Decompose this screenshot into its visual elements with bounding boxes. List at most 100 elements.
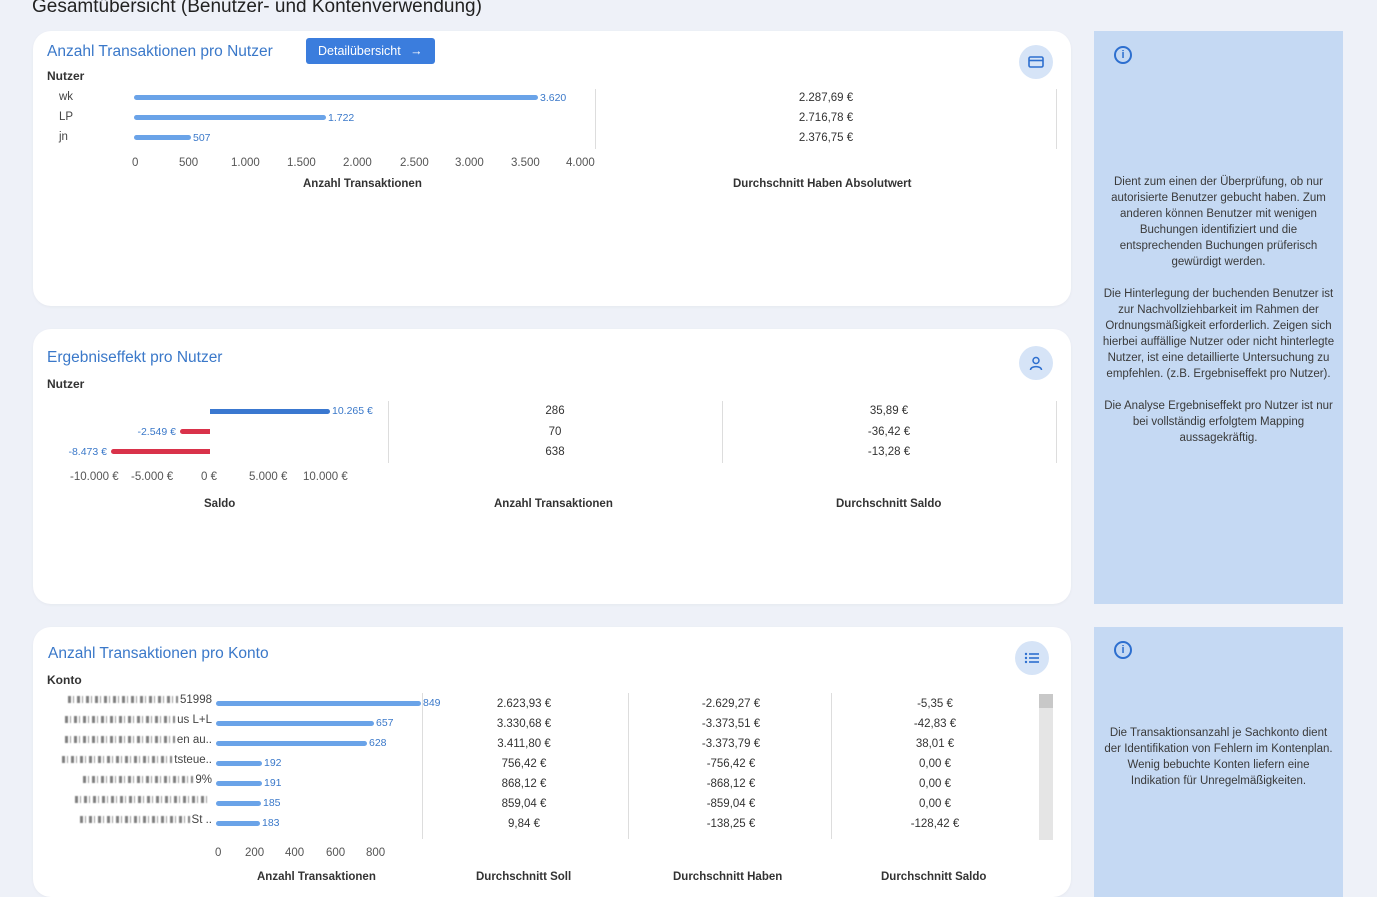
x-tick: 200 (245, 847, 265, 859)
x-tick: 3.500 (511, 157, 540, 169)
bar[interactable] (134, 95, 538, 100)
info-icon[interactable]: i (1114, 641, 1132, 659)
user-icon-button[interactable] (1019, 346, 1053, 380)
x-tick: 500 (179, 157, 199, 169)
avg-soll-value: 3.330,68 € (496, 718, 552, 730)
arrow-right-icon: → (410, 44, 423, 58)
column-title: Durchschnitt Soll (476, 871, 572, 883)
avg-saldo-value: -5,35 € (917, 698, 953, 710)
scrollbar-thumb[interactable] (1039, 694, 1053, 708)
x-tick: 2.500 (400, 157, 429, 169)
account-label: us L+L (47, 714, 212, 730)
account-label: 51998 (47, 694, 212, 710)
avg-saldo-value: 0,00 € (919, 758, 951, 770)
list-icon (1024, 652, 1039, 664)
bar[interactable] (180, 429, 210, 434)
x-tick: 0 (215, 847, 222, 859)
bar[interactable] (216, 721, 374, 726)
dimension-label: Konto (47, 673, 82, 687)
bar[interactable] (134, 115, 326, 120)
x-tick: 0 (132, 157, 139, 169)
x-tick: 2.000 (343, 157, 372, 169)
redacted-text (65, 716, 176, 724)
bar[interactable] (134, 135, 191, 140)
account-label: tsteue.. (47, 754, 212, 770)
avg-haben-value: -3.373,51 € (701, 718, 761, 730)
column-divider (831, 693, 832, 839)
list-icon-button[interactable] (1015, 641, 1049, 675)
bar[interactable] (216, 821, 260, 826)
bar[interactable] (216, 801, 261, 806)
bar[interactable] (216, 761, 262, 766)
info-icon[interactable]: i (1114, 46, 1132, 64)
user-icon (1029, 356, 1043, 370)
account-label-text: 9% (195, 774, 212, 786)
avg-haben-value: -2.629,27 € (701, 698, 761, 710)
bar-value-label: 507 (193, 132, 211, 144)
card-result-effect-per-user: Ergebniseffekt pro Nutzer Nutzer 10.265 … (33, 329, 1071, 604)
bar-value-label: 628 (369, 737, 387, 749)
account-label: 9% (47, 774, 212, 790)
x-tick: 800 (366, 847, 386, 859)
detail-overview-button[interactable]: Detailübersicht → (306, 38, 435, 64)
user-label: wk (59, 91, 74, 103)
bar[interactable] (216, 781, 262, 786)
credit-card-icon (1028, 56, 1044, 68)
bar-value-label: 1.722 (328, 112, 355, 124)
avg-saldo-value: -13,28 € (867, 446, 911, 458)
avg-saldo-value: -36,42 € (867, 426, 911, 438)
column-divider (595, 89, 596, 149)
avg-soll-value: 3.411,80 € (497, 738, 551, 750)
transaction-count-value: 638 (545, 446, 565, 458)
info-panel-users: i Dient zum einen der Überprüfung, ob nu… (1094, 31, 1343, 604)
x-axis-title: Saldo (204, 498, 236, 510)
x-tick: 5.000 € (249, 471, 288, 483)
card-transactions-per-user: Anzahl Transaktionen pro Nutzer Detailüb… (33, 31, 1071, 306)
x-tick: 0 € (201, 471, 217, 483)
x-tick: 1.000 (231, 157, 260, 169)
bar-value-label: 3.620 (540, 92, 567, 104)
x-axis-title: Anzahl Transaktionen (257, 871, 376, 883)
bar-value-label: 192 (264, 757, 282, 769)
avg-saldo-value: -128,42 € (910, 818, 960, 830)
dimension-label: Nutzer (47, 377, 85, 391)
card-transactions-per-account: Anzahl Transaktionen pro Konto Konto 519… (33, 627, 1071, 897)
x-tick: -5.000 € (131, 471, 174, 483)
column-divider (388, 401, 389, 463)
credit-card-icon-button[interactable] (1019, 45, 1053, 79)
avg-haben-value: 2.287,69 € (798, 92, 854, 104)
bar-value-label: 849 (423, 697, 441, 709)
bar-value-label: 191 (264, 777, 282, 789)
avg-haben-value: -859,04 € (706, 798, 756, 810)
column-divider (722, 401, 723, 463)
bar[interactable] (216, 741, 367, 746)
column-divider (422, 693, 423, 839)
column-divider (1056, 401, 1057, 463)
account-label: St .. (47, 814, 212, 830)
bar[interactable] (111, 449, 210, 454)
avg-saldo-value: 0,00 € (919, 798, 951, 810)
avg-soll-value: 868,12 € (501, 778, 547, 790)
redacted-text (83, 776, 194, 784)
bar-value-label: -8.473 € (68, 446, 107, 458)
x-tick: 3.000 (455, 157, 484, 169)
user-label: jn (59, 131, 68, 143)
avg-haben-value: 2.716,78 € (798, 112, 854, 124)
table-scrollbar[interactable] (1039, 694, 1053, 840)
x-axis-title: Anzahl Transaktionen (303, 178, 422, 190)
user-label: LP (59, 111, 74, 123)
column-title: Anzahl Transaktionen (494, 498, 613, 510)
avg-saldo-value: 0,00 € (919, 778, 951, 790)
redacted-text (68, 696, 179, 704)
redacted-text (64, 736, 175, 744)
redacted-text (79, 816, 190, 824)
dimension-label: Nutzer (47, 69, 85, 83)
avg-haben-value: 2.376,75 € (798, 132, 854, 144)
bar-value-label: 10.265 € (332, 405, 373, 417)
transaction-count-value: 70 (548, 426, 562, 438)
bar[interactable] (216, 701, 421, 706)
column-title: Durchschnitt Saldo (836, 498, 942, 510)
x-tick: 1.500 (287, 157, 316, 169)
bar[interactable] (210, 409, 330, 414)
account-label-text: en au.. (176, 734, 212, 746)
